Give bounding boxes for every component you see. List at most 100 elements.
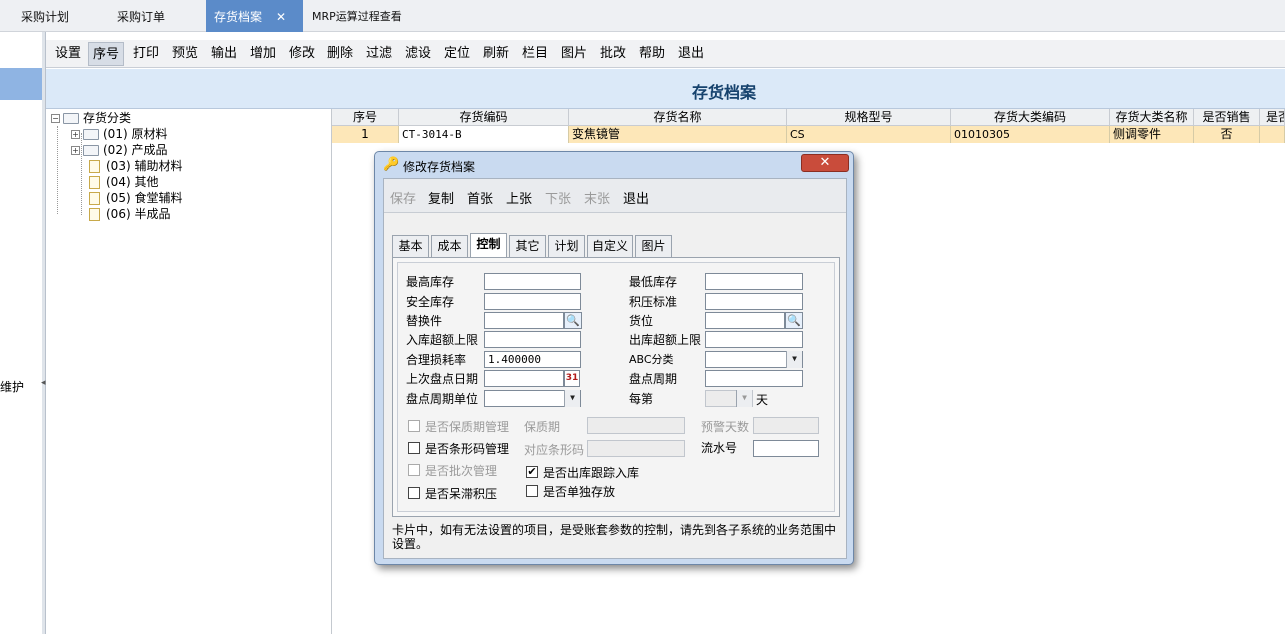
tree-root[interactable]: − 存货分类 xyxy=(51,110,131,126)
column-header[interactable]: 序号 xyxy=(332,109,399,126)
modify-button[interactable]: 修改 xyxy=(285,42,319,66)
document-icon xyxy=(89,160,100,173)
table-row[interactable]: 1 CT-3014-B 变焦镜管 CS 01010305 侧调零件 否 xyxy=(332,126,1285,143)
substitute-input[interactable] xyxy=(484,312,564,329)
in-over-limit-input[interactable] xyxy=(484,331,581,348)
print-button[interactable]: 打印 xyxy=(129,42,163,66)
shelf-life-input[interactable] xyxy=(587,417,685,434)
settings-button[interactable]: 设置 xyxy=(51,42,85,66)
add-button[interactable]: 增加 xyxy=(246,42,280,66)
tab-custom[interactable]: 自定义 xyxy=(587,235,633,257)
warn-days-label: 预警天数 xyxy=(701,420,750,434)
track-in-out-label: 是否出库跟踪入库 xyxy=(543,466,640,480)
chevron-down-icon[interactable]: ▼ xyxy=(564,390,580,407)
min-stock-input[interactable] xyxy=(705,273,803,290)
export-button[interactable]: 输出 xyxy=(207,42,241,66)
column-header[interactable]: 存货大类名称 xyxy=(1110,109,1194,126)
exit-button[interactable]: 退出 xyxy=(674,42,708,66)
tab-cost[interactable]: 成本 xyxy=(431,235,468,257)
track-in-out-checkbox[interactable]: ✔ xyxy=(526,466,538,478)
preview-button[interactable]: 预览 xyxy=(168,42,202,66)
cell-category-name: 侧调零件 xyxy=(1110,126,1194,143)
sequence-button[interactable]: 序号 xyxy=(88,42,125,66)
shelf-life-checkbox[interactable] xyxy=(408,420,420,432)
dialog-exit-button[interactable]: 退出 xyxy=(623,188,649,207)
expand-icon[interactable]: + xyxy=(71,130,80,139)
location-input[interactable] xyxy=(705,312,785,329)
tab-plan[interactable]: 计划 xyxy=(548,235,585,257)
edit-inventory-dialog: 🔑 修改存货档案 ✕ 保存 复制 首张 上张 下张 末张 退出 基本 成本 控制… xyxy=(374,151,854,565)
count-cycle-input[interactable] xyxy=(705,370,803,387)
column-header[interactable]: 存货编码 xyxy=(399,109,569,126)
first-record-button[interactable]: 首张 xyxy=(467,188,493,207)
overstock-std-label: 积压标准 xyxy=(629,295,678,309)
overstock-std-input[interactable] xyxy=(705,293,803,310)
safety-stock-input[interactable] xyxy=(484,293,581,310)
search-icon[interactable]: 🔍 xyxy=(785,312,803,329)
previous-record-button[interactable]: 上张 xyxy=(506,188,532,207)
tree-item-canteen-supplies[interactable]: (05) 食堂辅料 xyxy=(89,190,182,206)
stagnant-checkbox[interactable] xyxy=(408,487,420,499)
tab-basic[interactable]: 基本 xyxy=(392,235,429,257)
column-header[interactable]: 存货大类编码 xyxy=(951,109,1110,126)
serial-no-input[interactable] xyxy=(753,440,819,457)
column-header[interactable]: 是否 xyxy=(1260,109,1285,126)
nav-selected-bar[interactable] xyxy=(0,68,43,100)
close-icon[interactable]: ✕ xyxy=(276,0,286,34)
dialog-close-button[interactable]: ✕ xyxy=(801,154,849,172)
columns-button[interactable]: 栏目 xyxy=(518,42,552,66)
loss-rate-input[interactable]: 1.400000 xyxy=(484,351,581,368)
chevron-down-icon[interactable]: ▼ xyxy=(786,351,802,368)
tab-picture[interactable]: 图片 xyxy=(635,235,672,257)
tree-item-auxiliary-materials[interactable]: (03) 辅助材料 xyxy=(89,158,182,174)
max-stock-input[interactable] xyxy=(484,273,581,290)
locate-button[interactable]: 定位 xyxy=(440,42,474,66)
last-count-date-input[interactable] xyxy=(484,370,564,387)
column-header[interactable]: 是否销售 xyxy=(1194,109,1260,126)
calendar-icon[interactable]: 31 xyxy=(564,370,580,387)
tab-other[interactable]: 其它 xyxy=(509,235,546,257)
copy-button[interactable]: 复制 xyxy=(428,188,454,207)
barcode-checkbox[interactable] xyxy=(408,442,420,454)
barcode-input[interactable] xyxy=(587,440,685,457)
delete-button[interactable]: 删除 xyxy=(323,42,357,66)
tree-item-other[interactable]: (04) 其他 xyxy=(89,174,158,190)
next-record-button[interactable]: 下张 xyxy=(545,188,571,207)
batch-edit-button[interactable]: 批改 xyxy=(596,42,630,66)
tab-control[interactable]: 控制 xyxy=(470,233,507,257)
tree-item-raw-materials[interactable]: + (01) 原材料 xyxy=(71,126,167,142)
warn-days-input[interactable] xyxy=(753,417,819,434)
tab-purchase-order[interactable]: 采购订单 xyxy=(117,0,165,32)
refresh-button[interactable]: 刷新 xyxy=(479,42,513,66)
cell-is-sales: 否 xyxy=(1194,126,1260,143)
tree-item-semi-finished[interactable]: (06) 半成品 xyxy=(89,206,170,222)
tab-mrp-process[interactable]: MRP运算过程查看 xyxy=(312,0,402,32)
column-header[interactable]: 存货名称 xyxy=(569,109,787,126)
count-cycle-unit-select[interactable]: ▼ xyxy=(484,390,581,407)
search-icon[interactable]: 🔍 xyxy=(564,312,582,329)
collapse-arrow-icon[interactable]: ◂ xyxy=(41,378,46,388)
picture-button[interactable]: 图片 xyxy=(557,42,591,66)
nav-label-maintain[interactable]: 维护 xyxy=(0,378,24,395)
tab-inventory-archive[interactable]: 存货档案 xyxy=(206,0,303,32)
last-record-button[interactable]: 末张 xyxy=(584,188,610,207)
tree-item-finished-products[interactable]: + (02) 产成品 xyxy=(71,142,167,158)
save-button[interactable]: 保存 xyxy=(390,188,416,207)
abc-class-select[interactable]: ▼ xyxy=(705,351,803,368)
tab-purchase-plan[interactable]: 采购计划 xyxy=(21,0,69,32)
help-button[interactable]: 帮助 xyxy=(635,42,669,66)
substitute-label: 替换件 xyxy=(406,314,443,328)
filter-settings-button[interactable]: 滤设 xyxy=(401,42,435,66)
separate-storage-checkbox[interactable] xyxy=(526,485,538,497)
batch-checkbox[interactable] xyxy=(408,464,420,476)
control-fields-group: 最高库存 安全库存 替换件 入库超额上限 合理损耗率 上次盘点日期 盘点周期单位… xyxy=(397,262,835,512)
cell-seq: 1 xyxy=(332,126,399,143)
collapse-icon[interactable]: − xyxy=(51,114,60,123)
column-header[interactable]: 规格型号 xyxy=(787,109,951,126)
filter-button[interactable]: 过滤 xyxy=(362,42,396,66)
expand-icon[interactable]: + xyxy=(71,146,80,155)
out-over-limit-input[interactable] xyxy=(705,331,803,348)
every-select[interactable]: ▼ xyxy=(705,390,753,407)
chevron-down-icon[interactable]: ▼ xyxy=(736,390,752,407)
panel-splitter[interactable] xyxy=(42,32,45,634)
